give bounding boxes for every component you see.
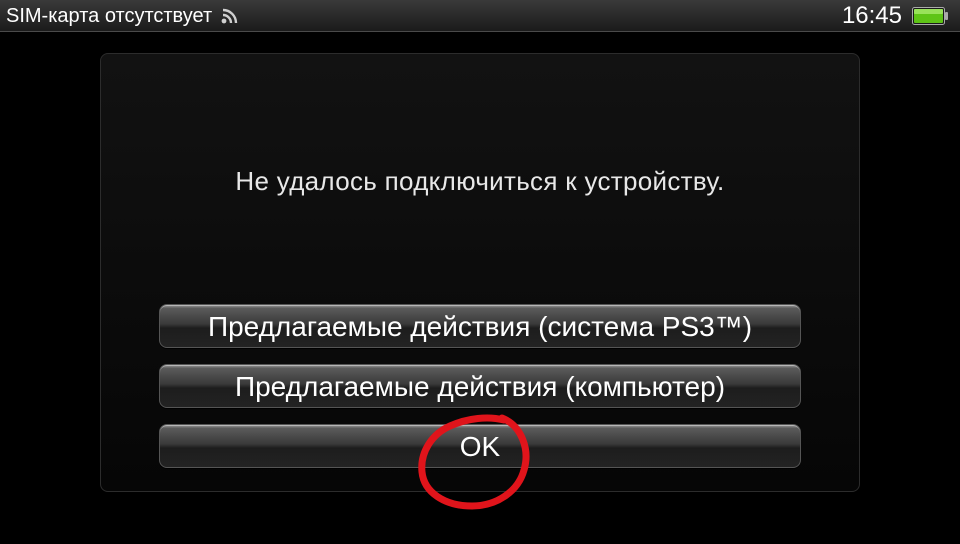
suggested-actions-computer-button[interactable]: Предлагаемые действия (компьютер) [159,364,801,408]
suggested-actions-ps3-button[interactable]: Предлагаемые действия (система PS3™) [159,304,801,348]
carrier-status: SIM-карта отсутствует [6,5,240,27]
dialog-message: Не удалось подключиться к устройству. [235,166,725,196]
status-bar: SIM-карта отсутствует 16:45 [0,0,960,32]
clock: 16:45 [841,2,902,29]
red-annotation-circle [418,414,530,510]
battery-full-icon [912,7,948,25]
screen: SIM-карта отсутствует 16:45 Не удалось п… [0,0,960,544]
wifi-signal-icon [221,8,238,24]
carrier-text: SIM-карта отсутствует [6,5,213,27]
